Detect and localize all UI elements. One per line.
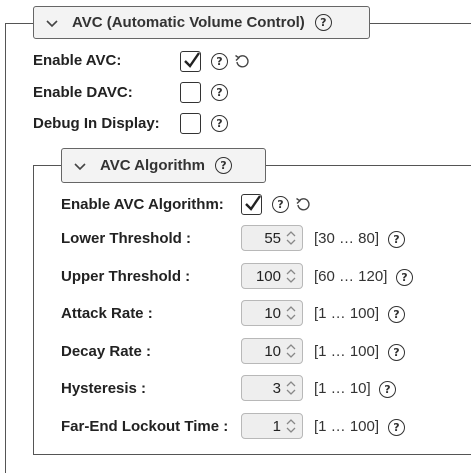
decay-rate-label: Decay Rate :	[61, 343, 152, 360]
enable-avc-algorithm-label: Enable AVC Algorithm:	[61, 196, 224, 213]
enable-avc-checkbox[interactable]	[180, 51, 201, 72]
help-circle-icon[interactable]: ?	[388, 419, 405, 436]
attack-rate-range: [1 … 100]	[314, 305, 380, 322]
chevron-down-icon[interactable]	[74, 160, 86, 172]
avc-algorithm-section-header[interactable]: AVC Algorithm ?	[61, 148, 266, 183]
checkmark-icon	[245, 195, 261, 211]
far-end-lockout-time-value: 1	[272, 417, 281, 435]
help-circle-icon[interactable]: ?	[272, 196, 289, 213]
debug-in-display-checkbox[interactable]	[180, 113, 201, 134]
lower-threshold-value: 55	[264, 229, 281, 247]
hysteresis-range: [1 … 10]	[314, 380, 371, 397]
help-circle-icon[interactable]: ?	[396, 269, 413, 286]
help-circle-icon[interactable]: ?	[388, 306, 405, 323]
far-end-lockout-time-range: [1 … 100]	[314, 418, 380, 435]
spinner-arrows-icon[interactable]	[284, 416, 298, 436]
spinner-arrows-icon[interactable]	[284, 341, 298, 361]
attack-rate-stepper[interactable]: 10	[241, 300, 303, 326]
lower-threshold-label: Lower Threshold :	[61, 230, 192, 247]
spinner-arrows-icon[interactable]	[284, 266, 298, 286]
help-circle-icon[interactable]: ?	[211, 84, 228, 101]
avc-section-title: AVC (Automatic Volume Control)	[72, 14, 305, 31]
spinner-arrows-icon[interactable]	[284, 303, 298, 323]
lower-threshold-stepper[interactable]: 55	[241, 225, 303, 251]
help-circle-icon[interactable]: ?	[388, 344, 405, 361]
far-end-lockout-time-label: Far-End Lockout Time :	[61, 418, 229, 435]
enable-davc-checkbox[interactable]	[180, 82, 201, 103]
spinner-arrows-icon[interactable]	[284, 228, 298, 248]
help-circle-icon[interactable]: ?	[211, 53, 228, 70]
upper-threshold-range: [60 … 120]	[314, 268, 388, 285]
help-circle-icon[interactable]: ?	[314, 14, 332, 31]
upper-threshold-value: 100	[255, 267, 281, 285]
enable-davc-label: Enable DAVC:	[33, 84, 133, 101]
attack-rate-label: Attack Rate :	[61, 305, 153, 322]
hysteresis-stepper[interactable]: 3	[241, 375, 303, 401]
avc-section-header[interactable]: AVC (Automatic Volume Control) ?	[33, 6, 370, 39]
decay-rate-range: [1 … 100]	[314, 343, 380, 360]
help-circle-icon[interactable]: ?	[215, 157, 232, 174]
enable-avc-algorithm-checkbox[interactable]	[241, 194, 262, 215]
debug-in-display-label: Debug In Display:	[33, 115, 160, 132]
far-end-lockout-time-stepper[interactable]: 1	[241, 413, 303, 439]
help-circle-icon[interactable]: ?	[379, 381, 396, 398]
avc-algorithm-section-title: AVC Algorithm	[100, 157, 205, 174]
enable-avc-label: Enable AVC:	[33, 52, 122, 69]
spinner-arrows-icon[interactable]	[284, 378, 298, 398]
reset-icon[interactable]	[295, 196, 311, 212]
help-circle-icon[interactable]: ?	[211, 115, 228, 132]
upper-threshold-label: Upper Threshold :	[61, 268, 191, 285]
chevron-down-icon[interactable]	[46, 17, 58, 29]
hysteresis-label: Hysteresis :	[61, 380, 147, 397]
decay-rate-stepper[interactable]: 10	[241, 338, 303, 364]
upper-threshold-stepper[interactable]: 100	[241, 263, 303, 289]
checkmark-icon	[184, 52, 200, 68]
hysteresis-value: 3	[272, 379, 281, 397]
decay-rate-value: 10	[264, 342, 281, 360]
help-circle-icon[interactable]: ?	[388, 231, 405, 248]
attack-rate-value: 10	[264, 304, 281, 322]
reset-icon[interactable]	[234, 53, 250, 69]
lower-threshold-range: [30 … 80]	[314, 230, 380, 247]
